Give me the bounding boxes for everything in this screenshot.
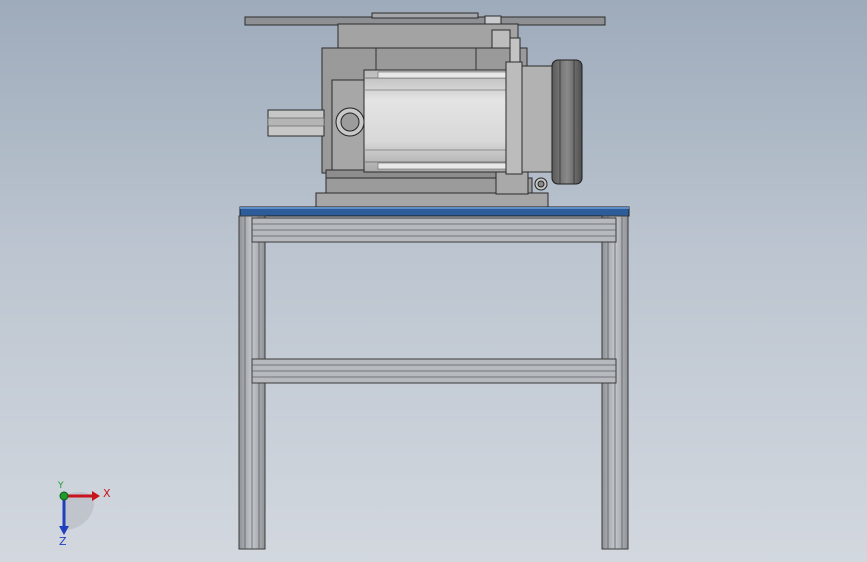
frame-top-plate[interactable] <box>239 206 630 217</box>
z-axis-arrowhead <box>59 526 69 535</box>
x-axis-label: X <box>103 487 111 500</box>
z-axis-label: Z <box>59 535 67 548</box>
frame-lower-crossbar[interactable] <box>251 358 617 384</box>
cad-model-view[interactable] <box>0 0 867 562</box>
graphics-viewport[interactable]: X Y Z <box>0 0 867 562</box>
x-axis-arrowhead <box>92 491 100 501</box>
servo-motor[interactable] <box>363 61 525 175</box>
y-axis-dot <box>59 491 69 501</box>
motor-flange[interactable] <box>521 59 583 185</box>
orientation-triad <box>59 491 100 535</box>
bearing-boss[interactable] <box>331 79 369 171</box>
rotary-table-disc[interactable] <box>244 12 606 26</box>
frame-upper-crossbar[interactable] <box>251 217 617 243</box>
y-axis-label: Y <box>58 481 64 491</box>
input-shaft[interactable] <box>267 109 325 137</box>
